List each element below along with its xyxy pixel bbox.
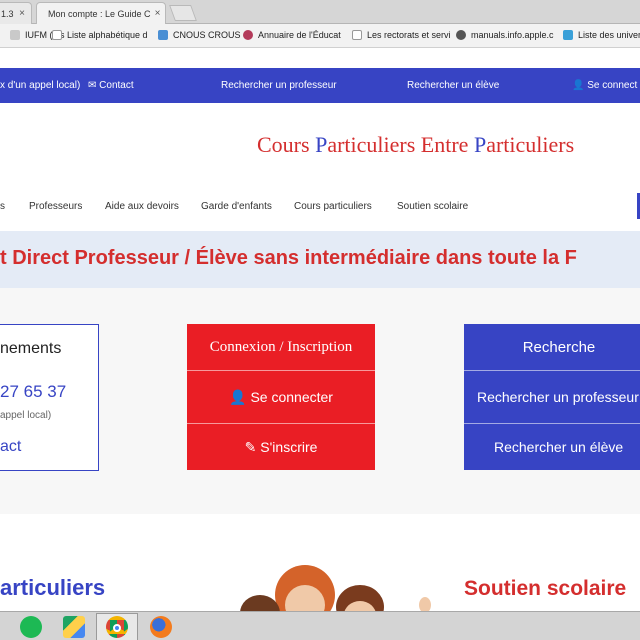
phone-note: x d'un appel local) [0,80,81,91]
register-button[interactable]: ✎ S'inscrire [187,424,375,470]
edit-icon: ✎ [244,438,257,455]
site-title-part: Cours [257,132,316,157]
site-title-part: P [315,132,328,157]
search-teacher-button[interactable]: Rechercher un professeur [464,371,640,423]
bookmark-label: Annuaire de l'Éducat [258,30,341,40]
children-photo [240,565,431,612]
generic-icon [10,30,20,40]
bookmark-item[interactable]: CNOUS CROUS [158,30,241,40]
nav-item-aide-aux-devoirs[interactable]: Aide aux devoirs [105,201,179,212]
bookmark-item[interactable]: Annuaire de l'Éducat [243,30,341,40]
close-tab-icon[interactable]: × [151,8,161,19]
nav-item-garde-enfants[interactable]: Garde d'enfants [201,201,272,212]
site-title-part: articuliers [327,132,421,157]
crous-icon [158,30,168,40]
nav-item-cours-particuliers[interactable]: Cours particuliers [294,201,372,212]
bookmark-label: Les rectorats et servi [367,30,451,40]
bookmark-label: Liste des univers [578,30,640,40]
screenshot: 1.3 × Mon compte : Le Guide C × IUFM (In… [0,0,640,640]
site-title-part: ntre [434,132,474,157]
site-title-part: E [420,132,435,157]
envelope-icon: ✉ [88,80,100,91]
login-label: Se connecter [250,389,333,405]
login-button[interactable]: 👤 Se connecter [187,371,375,423]
close-tab-icon[interactable]: × [15,8,25,19]
contact-link[interactable]: ✉ Contact [88,80,134,91]
page-icon [52,30,62,40]
nav-item-home[interactable]: s [0,201,5,212]
site-top-bar: x d'un appel local) ✉ Contact Rechercher… [0,68,640,103]
page-icon [352,30,362,40]
spotify-icon[interactable] [20,616,42,638]
nav-item-professeurs[interactable]: Professeurs [29,201,82,212]
search-box: Recherche Rechercher un professeur Reche… [464,324,640,470]
bookmark-label: Liste alphabétique d [67,30,148,40]
chrome-icon-center [113,624,121,632]
bookmark-label: manuals.info.apple.c [471,30,554,40]
info-box-title: nements [0,340,62,357]
account-box-header: Connexion / Inscription [209,338,353,355]
browser-tab-previous[interactable]: 1.3 × [0,2,32,24]
section-heading-soutien-scolaire: Soutien scolaire [464,577,627,600]
new-tab-button[interactable] [169,5,197,21]
bookmark-item[interactable]: Liste des univers [563,30,640,40]
account-link[interactable]: 👤 Se connect [572,80,637,91]
nav-item-soutien-scolaire[interactable]: Soutien scolaire [397,201,468,212]
search-box-header: Recherche [522,338,596,356]
section-heading-cours-particuliers: articuliers [0,575,106,600]
site-title-part: P [473,132,487,157]
info-box-phone[interactable]: 27 65 37 [0,382,66,402]
browser-tab-active[interactable]: Mon compte : Le Guide C × [36,2,166,24]
search-student-link[interactable]: Rechercher un élève [407,80,499,91]
contact-label: Contact [99,80,134,91]
search-teacher-link[interactable]: Rechercher un professeur [221,80,337,91]
register-label: S'inscrire [260,439,318,455]
tab-label: 1.3 [1,8,14,19]
tab-label: Mon compte : Le Guide C [48,8,151,19]
bookmark-item[interactable]: Les rectorats et servi [352,30,451,40]
annuaire-icon [243,30,253,40]
bookmark-label: CNOUS CROUS [173,30,241,40]
account-label: Se connect [587,80,638,91]
firefox-icon[interactable] [150,616,172,638]
os-taskbar [0,611,640,640]
user-icon: 👤 [229,388,247,405]
bookmarks-bar: IUFM (Ins Liste alphabétique d CNOUS CRO… [0,24,640,48]
account-box: Connexion / Inscription 👤 Se connecter ✎ S… [187,324,375,470]
link-icon [563,30,573,40]
chrome-taskbar-button[interactable] [96,613,138,640]
site-title[interactable]: Cours Particuliers Entre Particuliers [257,132,574,158]
site-title-part: articuliers [486,132,575,157]
search-student-button[interactable]: Rechercher un élève [464,424,640,470]
info-box-note: appel local) [0,410,52,421]
bookmark-item[interactable]: Liste alphabétique d [52,30,148,40]
user-icon: 👤 [572,80,588,91]
drive-icon[interactable] [63,616,85,638]
apple-icon [456,30,466,40]
bookmark-item[interactable]: manuals.info.apple.c [456,30,554,40]
info-box-contact-link[interactable]: act [0,438,21,456]
headline-text: t Direct Professeur / Élève sans intermé… [0,247,577,269]
browser-tab-strip: 1.3 × Mon compte : Le Guide C × [0,0,640,24]
